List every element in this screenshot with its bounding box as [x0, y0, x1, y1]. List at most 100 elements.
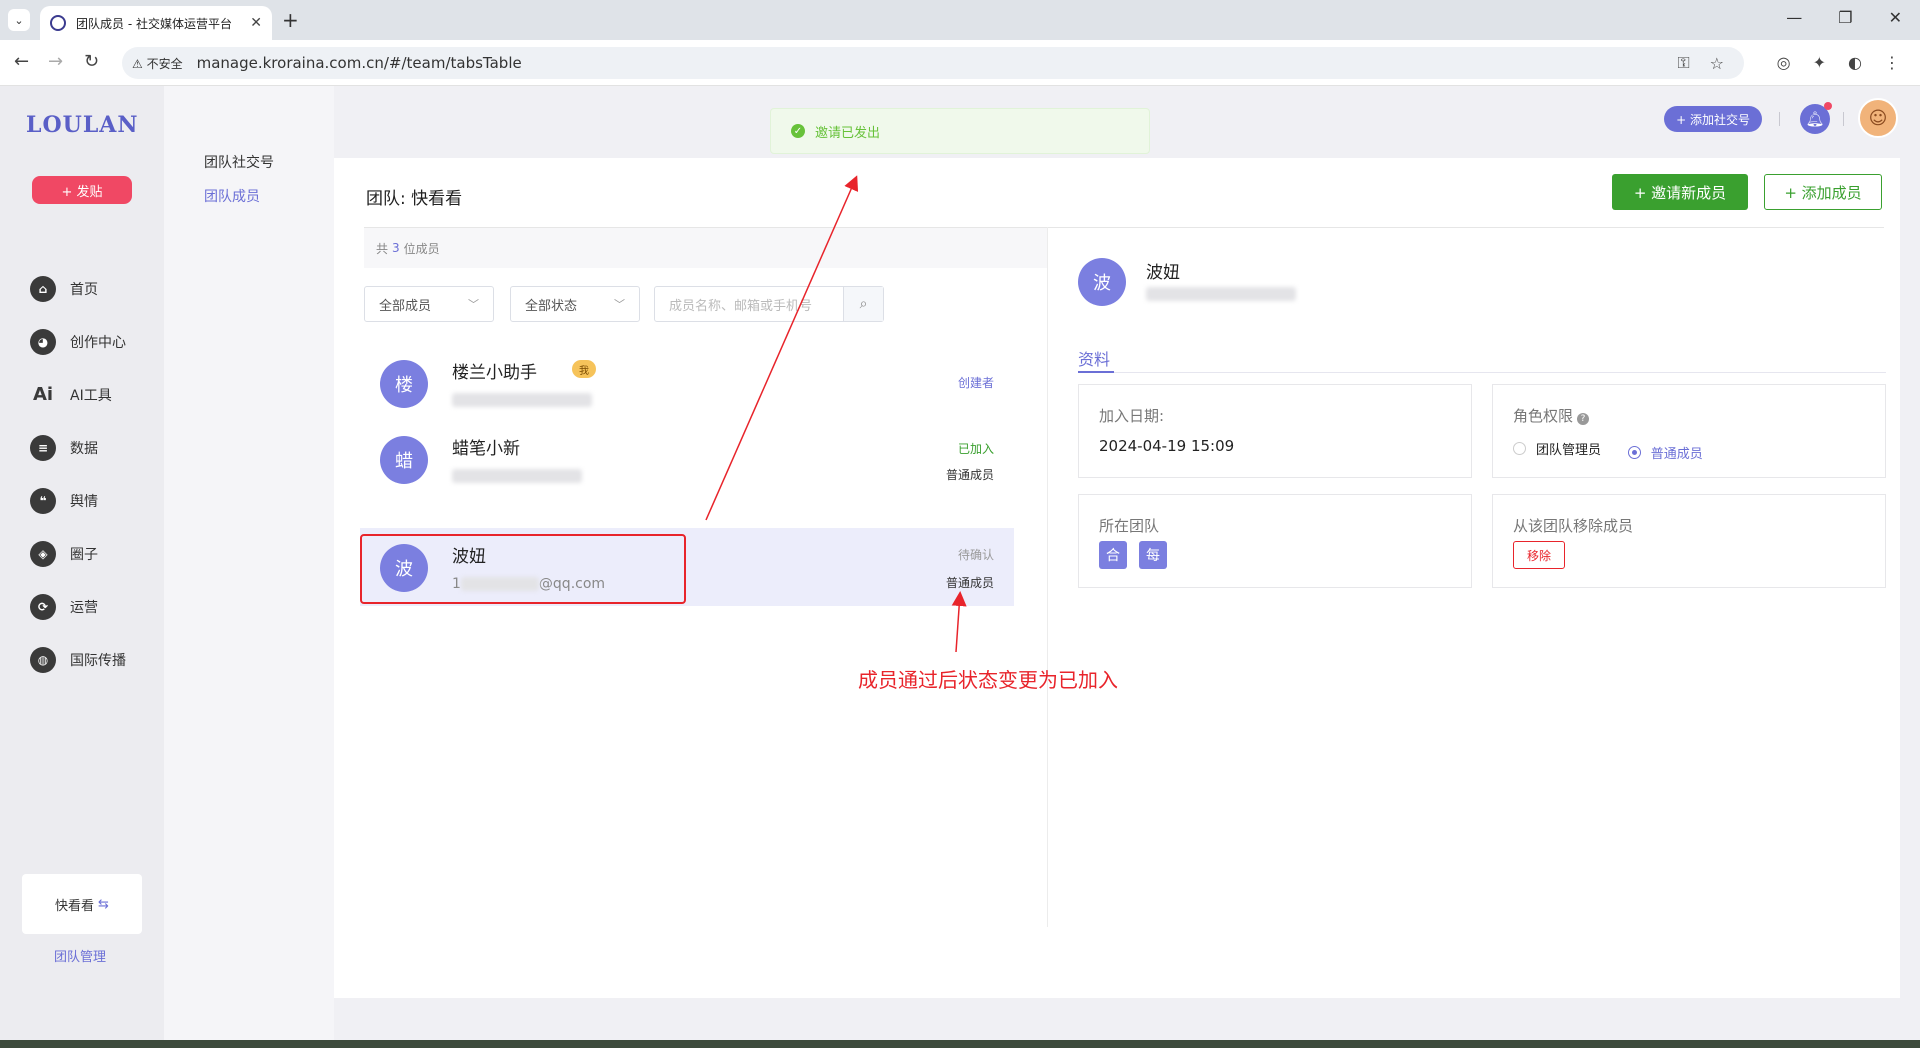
search-input[interactable]: 成员名称、邮箱或手机号: [655, 295, 843, 314]
tab-title: 团队成员 - 社交媒体运营平台: [76, 16, 232, 31]
sidebar-item-label: 数据: [70, 440, 98, 457]
toast-message: 邀请已发出: [815, 125, 881, 141]
invite-member-button[interactable]: + 邀请新成员: [1612, 174, 1748, 210]
sidebar-item-circle[interactable]: ◈ 圈子: [30, 527, 126, 580]
me-badge: 我: [572, 360, 596, 378]
reload-icon[interactable]: ↻: [84, 51, 99, 72]
subnav-team-members[interactable]: 团队成员: [204, 186, 260, 206]
close-icon[interactable]: ✕: [250, 15, 262, 31]
site-favicon-icon: [50, 15, 66, 31]
globe-icon: ◍: [30, 646, 56, 673]
count-suffix: 位成员: [403, 241, 440, 256]
url-text[interactable]: manage.kroraina.com.cn/#/team/tabsTable: [197, 54, 522, 72]
bookmark-star-icon[interactable]: ☆: [1710, 54, 1724, 73]
join-date-label: 加入日期:: [1099, 407, 1165, 425]
new-tab-icon[interactable]: +: [282, 8, 299, 32]
swap-icon: ⇆: [98, 896, 109, 912]
add-account-button[interactable]: + 添加社交号: [1664, 106, 1762, 132]
address-bar[interactable]: ⚠ 不安全 manage.kroraina.com.cn/#/team/tabs…: [122, 47, 1744, 79]
member-filter-select[interactable]: 全部成员 ﹀: [364, 286, 494, 322]
sub-nav: 团队社交号 团队成员: [164, 86, 334, 1048]
sidebar-item-label: 创作中心: [70, 334, 126, 351]
minimize-icon[interactable]: —: [1786, 8, 1802, 27]
team-manage-link[interactable]: 团队管理: [54, 946, 106, 965]
chevron-down-icon: ﹀: [614, 298, 625, 311]
puzzle-icon[interactable]: ✦: [1813, 53, 1826, 72]
browser-tab[interactable]: 团队成员 - 社交媒体运营平台 ✕: [40, 6, 272, 40]
restore-icon[interactable]: ❐: [1838, 8, 1852, 27]
sidebar-item-label: 圈子: [70, 546, 98, 563]
menu-dots-icon[interactable]: ⋮: [1884, 53, 1900, 72]
member-name: 楼兰小助手: [452, 363, 537, 383]
sidebar-item-operation[interactable]: ⟳ 运营: [30, 580, 126, 633]
member-name: 蜡笔小新: [452, 439, 520, 459]
sidebar-item-creation[interactable]: ◕ 创作中心: [30, 315, 126, 368]
role-radio-admin[interactable]: 团队管理员: [1513, 439, 1601, 458]
member-email: [452, 468, 582, 484]
divider: [1779, 112, 1780, 126]
role-radio-member[interactable]: 普通成员: [1627, 443, 1703, 462]
team-switcher[interactable]: 快看看 ⇆: [22, 874, 142, 934]
compass-icon: ◈: [30, 540, 56, 567]
tab-list-button[interactable]: ⌄: [8, 9, 30, 31]
team-chip[interactable]: 合: [1099, 541, 1127, 569]
database-icon: ≡: [30, 434, 56, 461]
window-controls: — ❐ ✕: [1786, 8, 1902, 27]
count-prefix: 共: [376, 241, 389, 256]
member-status: 创建者: [957, 376, 994, 390]
extension-icon[interactable]: ◎: [1777, 53, 1791, 72]
security-warning[interactable]: ⚠ 不安全: [132, 55, 183, 72]
avatar[interactable]: ☺: [1858, 98, 1898, 138]
tab-active-indicator: [1078, 371, 1114, 373]
join-date-card: 加入日期: 2024-04-19 15:09: [1078, 384, 1472, 478]
sidebar-item-international[interactable]: ◍ 国际传播: [30, 633, 126, 686]
team-chips: 合每: [1099, 541, 1179, 569]
sidebar-item-ai[interactable]: Ai AI工具: [30, 368, 126, 421]
close-window-icon[interactable]: ✕: [1889, 8, 1902, 27]
subnav-team-accounts[interactable]: 团队社交号: [204, 152, 274, 172]
member-status: 已加入: [957, 442, 994, 456]
tab-profile[interactable]: 资料: [1078, 346, 1110, 370]
member-avatar: 楼: [380, 360, 428, 408]
header-actions: + 添加社交号 🔔︎ ☺: [1520, 86, 1920, 156]
chevron-down-icon: ﹀: [468, 298, 479, 311]
member-status: 待确认: [957, 548, 994, 562]
operation-icon: ⟳: [30, 593, 56, 620]
logo[interactable]: LOULAN: [26, 112, 138, 138]
password-key-icon[interactable]: ⚿: [1677, 53, 1689, 73]
select-value: 全部状态: [525, 298, 578, 314]
member-role: 普通成员: [945, 576, 994, 590]
member-avatar: 蜡: [380, 436, 428, 484]
palette-icon: ◕: [30, 328, 56, 355]
member-email: [452, 392, 592, 408]
sidebar-item-label: 国际传播: [70, 652, 126, 669]
list-item[interactable]: 蜡 蜡笔小新 已加入 普通成员: [360, 420, 1014, 498]
tab-underline: [1078, 372, 1886, 373]
profile-icon[interactable]: ◐: [1848, 53, 1862, 72]
team-card: 所在团队 合每: [1078, 494, 1472, 588]
remove-label: 从该团队移除成员: [1513, 517, 1634, 535]
team-chip[interactable]: 每: [1139, 541, 1167, 569]
forward-icon[interactable]: →: [48, 51, 63, 72]
help-icon[interactable]: ?: [1577, 413, 1590, 425]
side-menu: ⌂ 首页 ◕ 创作中心 Ai AI工具 ≡ 数据 ❝ 舆情 ◈ 圈子 ⟳ 运营 …: [30, 262, 126, 686]
sidebar-item-home[interactable]: ⌂ 首页: [30, 262, 126, 315]
search-icon[interactable]: ⌕: [843, 287, 883, 321]
post-button[interactable]: + 发贴: [32, 176, 132, 204]
quote-icon: ❝: [30, 487, 56, 514]
sidebar-item-data[interactable]: ≡ 数据: [30, 421, 126, 474]
sidebar-item-label: 首页: [70, 281, 98, 298]
role-card: 角色权限? 团队管理员 普通成员: [1492, 384, 1886, 478]
success-toast: ✓ 邀请已发出: [770, 108, 1150, 154]
detail-email: [1146, 286, 1296, 302]
remove-button[interactable]: 移除: [1513, 541, 1565, 569]
status-filter-select[interactable]: 全部状态 ﹀: [510, 286, 640, 322]
add-member-button[interactable]: + 添加成员: [1764, 174, 1882, 210]
list-item[interactable]: 楼 楼兰小助手 我 创建者: [360, 344, 1014, 422]
back-icon[interactable]: ←: [14, 51, 29, 72]
member-search[interactable]: 成员名称、邮箱或手机号 ⌕: [654, 286, 884, 322]
annotation-text: 成员通过后状态变更为已加入: [858, 668, 1118, 692]
sidebar-item-opinion[interactable]: ❝ 舆情: [30, 474, 126, 527]
divider: [1047, 227, 1048, 927]
role-radio-group: 团队管理员 普通成员: [1513, 439, 1725, 462]
